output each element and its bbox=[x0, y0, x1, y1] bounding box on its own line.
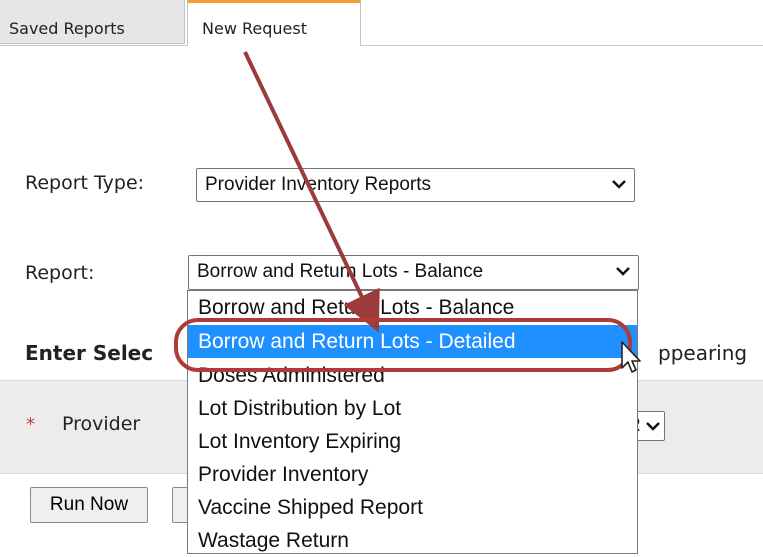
dropdown-option[interactable]: Doses Administered bbox=[188, 359, 637, 392]
tab-bar: Saved Reports New Request bbox=[0, 0, 763, 46]
dropdown-option[interactable]: Wastage Return bbox=[188, 524, 637, 557]
section-heading-right: ppearing bbox=[658, 341, 748, 365]
report-dropdown-list: Borrow and Return Lots - Balance Borrow … bbox=[187, 290, 638, 554]
report-label: Report: bbox=[25, 262, 95, 284]
chevron-down-icon bbox=[612, 180, 626, 189]
run-now-button[interactable]: Run Now bbox=[30, 487, 148, 523]
dropdown-option[interactable]: Provider Inventory bbox=[188, 458, 637, 491]
required-marker: * bbox=[26, 414, 35, 435]
dropdown-option-highlighted[interactable]: Borrow and Return Lots - Detailed bbox=[188, 325, 637, 358]
report-select-value: Borrow and Return Lots - Balance bbox=[197, 261, 484, 282]
chevron-down-icon bbox=[646, 422, 660, 431]
dropdown-option[interactable]: Borrow and Return Lots - Balance bbox=[188, 291, 637, 324]
tab-saved-reports[interactable]: Saved Reports bbox=[0, 0, 185, 44]
report-select[interactable]: Borrow and Return Lots - Balance bbox=[188, 255, 639, 290]
report-type-label: Report Type: bbox=[25, 172, 145, 194]
report-type-select-value: Provider Inventory Reports bbox=[205, 174, 431, 195]
tab-bar-divider bbox=[0, 45, 763, 46]
dropdown-option[interactable]: Vaccine Shipped Report bbox=[188, 491, 637, 524]
dropdown-option[interactable]: Lot Distribution by Lot bbox=[188, 392, 637, 425]
dropdown-option[interactable]: Lot Inventory Expiring bbox=[188, 425, 637, 458]
report-type-select[interactable]: Provider Inventory Reports bbox=[196, 168, 635, 202]
tab-new-request[interactable]: New Request bbox=[187, 0, 361, 46]
section-heading-left: Enter Selec bbox=[25, 341, 154, 365]
chevron-down-icon bbox=[616, 267, 630, 276]
provider-label: Provider bbox=[62, 413, 141, 435]
